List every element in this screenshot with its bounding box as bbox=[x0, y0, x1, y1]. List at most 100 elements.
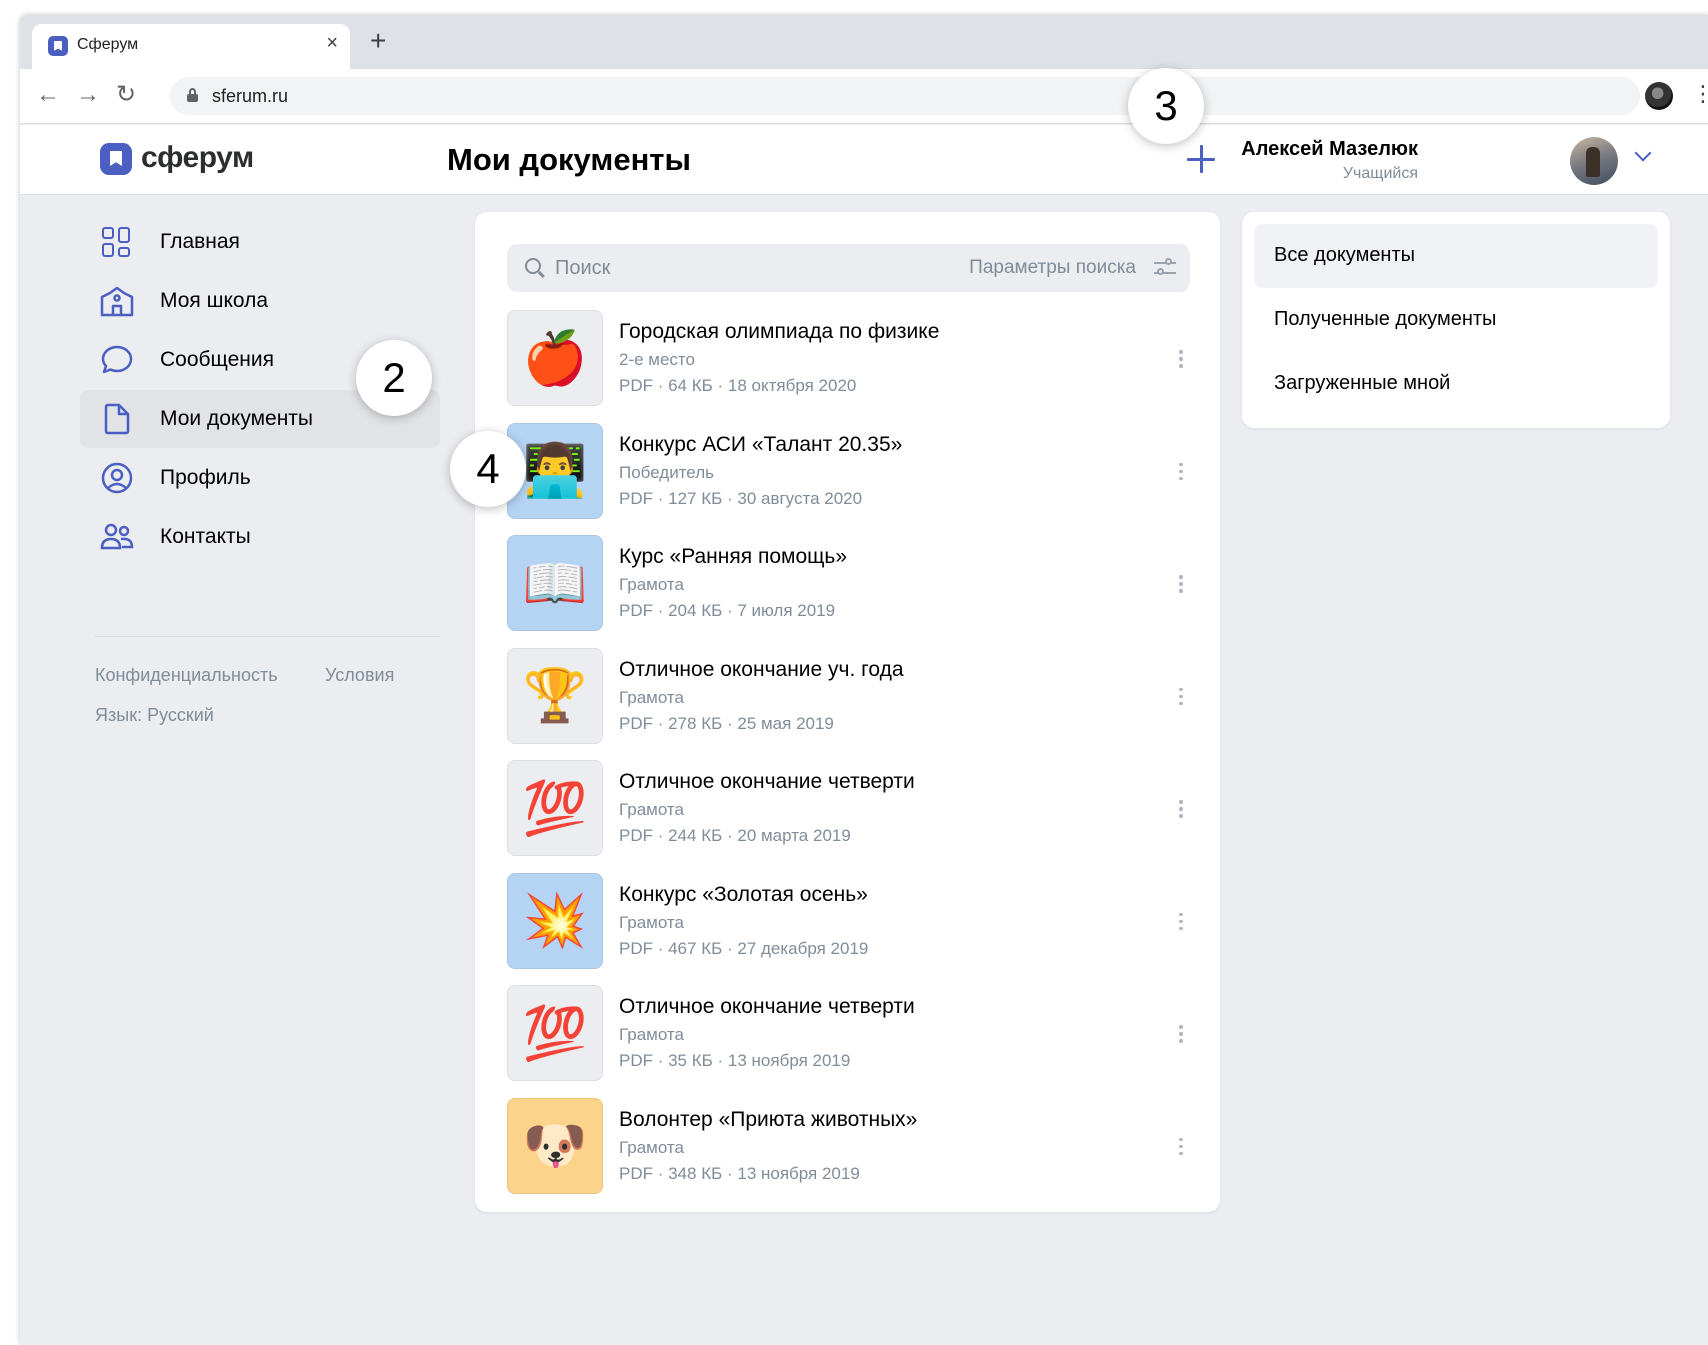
callout-marker: 3 bbox=[1128, 68, 1204, 144]
more-options-icon[interactable] bbox=[1170, 573, 1190, 595]
document-meta: PDF · 204 КБ · 7 июля 2019 bbox=[619, 601, 836, 620]
filter-all-documents[interactable]: Все документы bbox=[1254, 224, 1658, 288]
sidebar-item-label: Контакты bbox=[160, 525, 251, 548]
document-thumbnail[interactable]: 💯 bbox=[507, 985, 603, 1081]
user-role: Учащийся bbox=[1342, 165, 1418, 182]
search-input[interactable]: Поиск Параметры поиска bbox=[507, 244, 1190, 292]
sidebar-item-label: Мои документы bbox=[160, 407, 314, 430]
new-tab-button[interactable]: + bbox=[370, 27, 386, 55]
document-row[interactable]: 💯 Отличное окончание четверти Грамота PDF ·… bbox=[507, 760, 1190, 856]
document-icon bbox=[104, 403, 130, 435]
more-options-icon[interactable] bbox=[1170, 348, 1190, 370]
app-header: сферум Мои документы Алексей Мазелюк Уча… bbox=[20, 125, 1708, 195]
page-title: Мои документы bbox=[447, 142, 691, 177]
document-title[interactable]: Конкурс «Золотая осень» bbox=[619, 883, 868, 907]
sidebar-item-contacts[interactable]: Контакты bbox=[80, 508, 440, 566]
filter-label: Загруженные мной bbox=[1274, 372, 1451, 394]
sidebar-item-label: Сообщения bbox=[160, 348, 274, 371]
search-placeholder: Поиск bbox=[555, 257, 611, 279]
more-options-icon[interactable] bbox=[1170, 911, 1190, 933]
document-title[interactable]: Курс «Ранняя помощь» bbox=[619, 545, 847, 569]
sidebar-divider bbox=[95, 636, 440, 637]
more-options-icon[interactable] bbox=[1170, 798, 1190, 820]
browser-menu-icon[interactable]: ⋮ bbox=[1692, 81, 1708, 107]
document-thumbnail[interactable]: 📖 bbox=[507, 535, 603, 631]
user-name[interactable]: Алексей Мазелюк bbox=[1241, 138, 1418, 161]
documents-card: Поиск Параметры поиска 🍎 Городская олимпи… bbox=[475, 212, 1220, 1212]
sidebar-item-profile[interactable]: Профиль bbox=[80, 449, 440, 507]
privacy-link[interactable]: Конфиденциальность bbox=[95, 665, 278, 686]
document-row[interactable]: 🐶 Волонтер «Приюта животных» Грамота PDF · … bbox=[507, 1097, 1190, 1194]
close-tab-icon[interactable]: × bbox=[326, 32, 338, 55]
reload-icon[interactable]: ↻ bbox=[116, 81, 136, 109]
search-params-button[interactable]: Параметры поиска bbox=[969, 257, 1136, 279]
language-link[interactable]: Язык: Русский bbox=[95, 705, 214, 726]
more-options-icon[interactable] bbox=[1170, 686, 1190, 708]
document-row[interactable]: 👨‍💻 Конкурс АСИ «Талант 20.35» Победитель P… bbox=[507, 422, 1190, 519]
browser-window: Сферум × + ← → ↻ sferum.ru ⋮ сферум Мои … bbox=[20, 15, 1708, 1345]
more-options-icon[interactable] bbox=[1170, 1023, 1190, 1045]
sidebar-item-label: Моя школа bbox=[160, 289, 269, 312]
document-subtitle: Грамота bbox=[619, 687, 684, 707]
document-title[interactable]: Конкурс АСИ «Талант 20.35» bbox=[619, 433, 902, 457]
lock-icon bbox=[187, 88, 198, 102]
document-meta: PDF · 278 КБ · 25 мая 2019 bbox=[619, 713, 834, 733]
url-text: sferum.ru bbox=[212, 86, 289, 106]
sferum-logo-icon[interactable] bbox=[100, 143, 132, 175]
document-meta: PDF · 64 КБ · 18 октября 2020 bbox=[619, 376, 857, 395]
browser-tab[interactable]: Сферум × bbox=[32, 24, 350, 69]
document-title[interactable]: Отличное окончание четверти bbox=[619, 995, 915, 1019]
document-subtitle: Победитель bbox=[619, 462, 714, 482]
avatar[interactable] bbox=[1570, 137, 1618, 185]
message-icon bbox=[101, 345, 133, 374]
document-title[interactable]: Волонтер «Приюта животных» bbox=[619, 1108, 917, 1132]
search-icon bbox=[525, 258, 541, 274]
sidebar-item-school[interactable]: Моя школа bbox=[80, 272, 440, 330]
document-filter-card: Все документы Полученные документы Загру… bbox=[1242, 212, 1670, 428]
document-thumbnail[interactable]: 🐶 bbox=[507, 1097, 603, 1194]
document-row[interactable]: 📖 Курс «Ранняя помощь» Грамота PDF · 204 КБ… bbox=[507, 535, 1190, 631]
grid-icon bbox=[100, 226, 134, 258]
document-title[interactable]: Отличное окончание четверти bbox=[619, 770, 915, 794]
document-row[interactable]: 🏆 Отличное окончание уч. года Грамота PDF ·… bbox=[507, 647, 1190, 744]
sidebar-item-label: Главная bbox=[160, 230, 240, 253]
filter-settings-icon[interactable] bbox=[1154, 258, 1176, 277]
document-thumbnail[interactable]: 🏆 bbox=[507, 647, 603, 744]
address-bar[interactable]: sferum.ru bbox=[170, 77, 1640, 115]
more-options-icon[interactable] bbox=[1170, 461, 1190, 483]
logo-text[interactable]: сферум bbox=[141, 141, 254, 175]
document-title[interactable]: Городская олимпиада по физике bbox=[619, 320, 939, 344]
browser-toolbar: ← → ↻ sferum.ru ⋮ bbox=[20, 69, 1708, 124]
document-row[interactable]: 🍎 Городская олимпиада по физике 2-е место P… bbox=[507, 310, 1190, 406]
filter-label: Полученные документы bbox=[1274, 308, 1497, 330]
callout-marker: 4 bbox=[450, 431, 526, 507]
document-meta: PDF · 467 КБ · 27 декабря 2019 bbox=[619, 938, 869, 958]
forward-icon[interactable]: → bbox=[76, 81, 100, 109]
document-subtitle: Грамота bbox=[619, 912, 684, 932]
filter-uploaded-by-me[interactable]: Загруженные мной bbox=[1254, 352, 1658, 416]
contacts-icon bbox=[100, 523, 134, 550]
document-thumbnail[interactable]: 🍎 bbox=[507, 310, 603, 406]
document-subtitle: Грамота bbox=[619, 1025, 684, 1044]
tab-title: Сферум bbox=[77, 36, 139, 53]
back-icon[interactable]: ← bbox=[36, 81, 60, 109]
document-title[interactable]: Отличное окончание уч. года bbox=[619, 658, 904, 682]
document-thumbnail[interactable]: 💯 bbox=[507, 760, 603, 856]
browser-profile-icon[interactable] bbox=[1645, 82, 1673, 110]
school-icon bbox=[100, 286, 134, 317]
filter-received-documents[interactable]: Полученные документы bbox=[1254, 288, 1658, 352]
document-thumbnail[interactable]: 💥 bbox=[507, 872, 603, 969]
chevron-down-icon[interactable] bbox=[1634, 144, 1652, 162]
document-subtitle: Грамота bbox=[619, 575, 684, 594]
sidebar-item-home[interactable]: Главная bbox=[80, 213, 440, 271]
add-document-button[interactable] bbox=[1185, 143, 1217, 175]
more-options-icon[interactable] bbox=[1170, 1136, 1190, 1158]
profile-icon bbox=[101, 462, 133, 494]
document-row[interactable]: 💯 Отличное окончание четверти Грамота PDF ·… bbox=[507, 985, 1190, 1081]
document-meta: PDF · 35 КБ · 13 ноября 2019 bbox=[619, 1051, 851, 1070]
terms-link[interactable]: Условия bbox=[325, 665, 394, 686]
document-meta: PDF · 348 КБ · 13 ноября 2019 bbox=[619, 1163, 860, 1183]
document-subtitle: Грамота bbox=[619, 800, 684, 819]
document-subtitle: Грамота bbox=[619, 1137, 684, 1157]
document-row[interactable]: 💥 Конкурс «Золотая осень» Грамота PDF · 467… bbox=[507, 872, 1190, 969]
